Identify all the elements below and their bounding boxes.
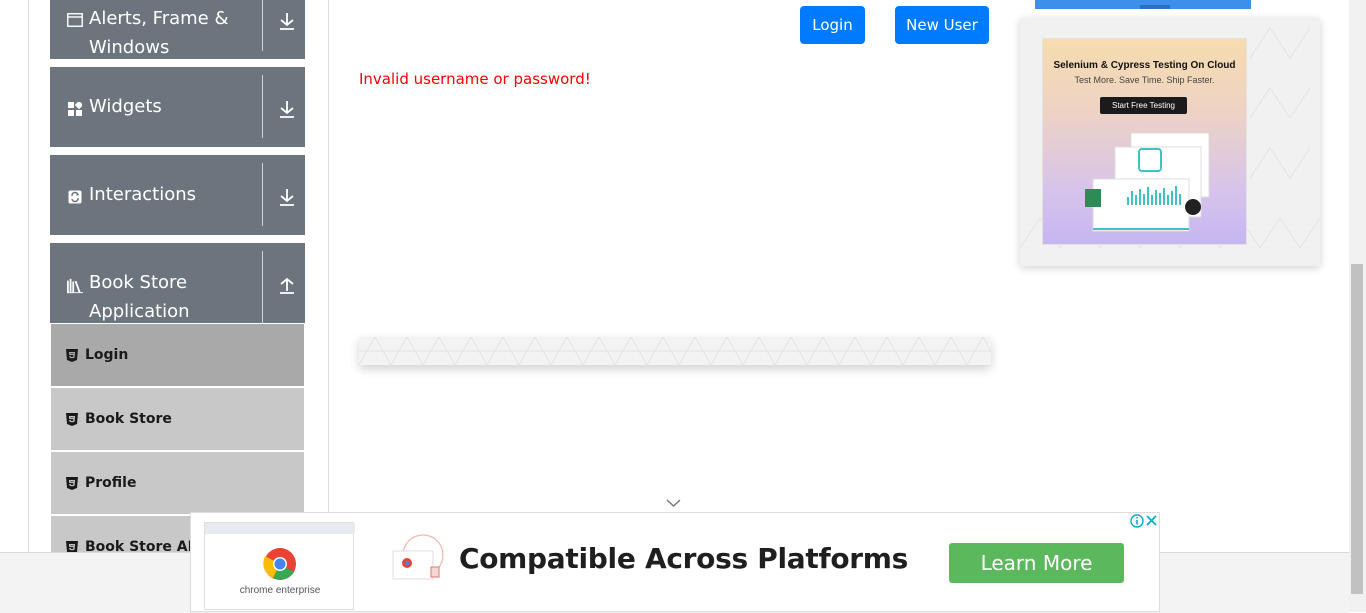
menu-item-label: Book Store: [85, 411, 172, 427]
bottom-banner-ad[interactable]: chrome enterprise Compatible Across Plat…: [190, 512, 1160, 612]
chrome-enterprise-caption: chrome enterprise: [239, 585, 321, 596]
side-ad-creative[interactable]: Selenium & Cypress Testing On Cloud Test…: [1042, 38, 1247, 245]
group-label: Interactions: [89, 184, 197, 205]
start-free-testing-button[interactable]: Start Free Testing: [1100, 97, 1187, 114]
html5-icon: [66, 412, 78, 426]
group-divider: [262, 251, 263, 323]
html5-icon: [66, 476, 78, 490]
group-widgets[interactable]: Widgets: [50, 67, 305, 147]
chrome-enterprise-screenshot: chrome enterprise: [204, 522, 355, 610]
side-ad-subtitle: Test More. Save Time. Ship Faster.: [1074, 75, 1215, 85]
group-divider: [262, 0, 263, 51]
download-arrow-icon[interactable]: [278, 99, 296, 119]
ad-placeholder-band: [359, 337, 991, 365]
window-icon: [67, 12, 83, 28]
browser-tab-bar: [205, 523, 355, 534]
widgets-icon: [67, 101, 83, 117]
menu-item-label: Login: [85, 347, 129, 363]
ad-banner-top-strip[interactable]: [1035, 0, 1251, 9]
group-label: Alerts, Frame & Windows: [89, 8, 229, 58]
download-arrow-icon[interactable]: [278, 11, 296, 31]
side-ad-card[interactable]: Selenium & Cypress Testing On Cloud Test…: [1020, 18, 1320, 266]
page-left-border: [28, 0, 29, 552]
menu-item-profile[interactable]: Profile: [51, 452, 304, 514]
upload-arrow-icon[interactable]: [278, 275, 296, 295]
group-divider: [262, 75, 263, 138]
menu-item-book-store[interactable]: Book Store: [51, 388, 304, 450]
adchoices-close-icon[interactable]: [1129, 513, 1159, 529]
login-error-message: Invalid username or password!: [359, 70, 591, 88]
group-label: Book Store Application: [89, 272, 190, 322]
interactions-icon: [67, 189, 83, 205]
group-interactions[interactable]: Interactions: [50, 155, 305, 235]
sidebar-right-border: [328, 0, 329, 552]
menu-item-login[interactable]: Login: [51, 324, 304, 386]
platform-devices-illustration: [392, 534, 444, 580]
new-user-button[interactable]: New User: [895, 6, 989, 44]
bottom-ad-headline: Compatible Across Platforms: [459, 542, 909, 575]
group-alerts-frame-windows[interactable]: Alerts, Frame & Windows: [50, 0, 305, 59]
books-icon: [67, 278, 83, 294]
vertical-scrollbar[interactable]: [1349, 0, 1366, 612]
login-button[interactable]: Login: [800, 6, 865, 44]
group-book-store-application[interactable]: Book Store Application: [50, 243, 305, 323]
menu-item-label: Profile: [85, 475, 137, 491]
group-divider: [262, 163, 263, 226]
side-ad-title: Selenium & Cypress Testing On Cloud: [1053, 60, 1236, 71]
download-arrow-icon[interactable]: [278, 187, 296, 207]
learn-more-button[interactable]: Learn More: [949, 543, 1124, 583]
chevron-down-icon[interactable]: [666, 498, 681, 508]
scrollbar-thumb[interactable]: [1351, 264, 1363, 594]
group-label: Widgets: [89, 96, 162, 117]
html5-icon: [66, 348, 78, 362]
chrome-logo-icon: [263, 548, 296, 580]
